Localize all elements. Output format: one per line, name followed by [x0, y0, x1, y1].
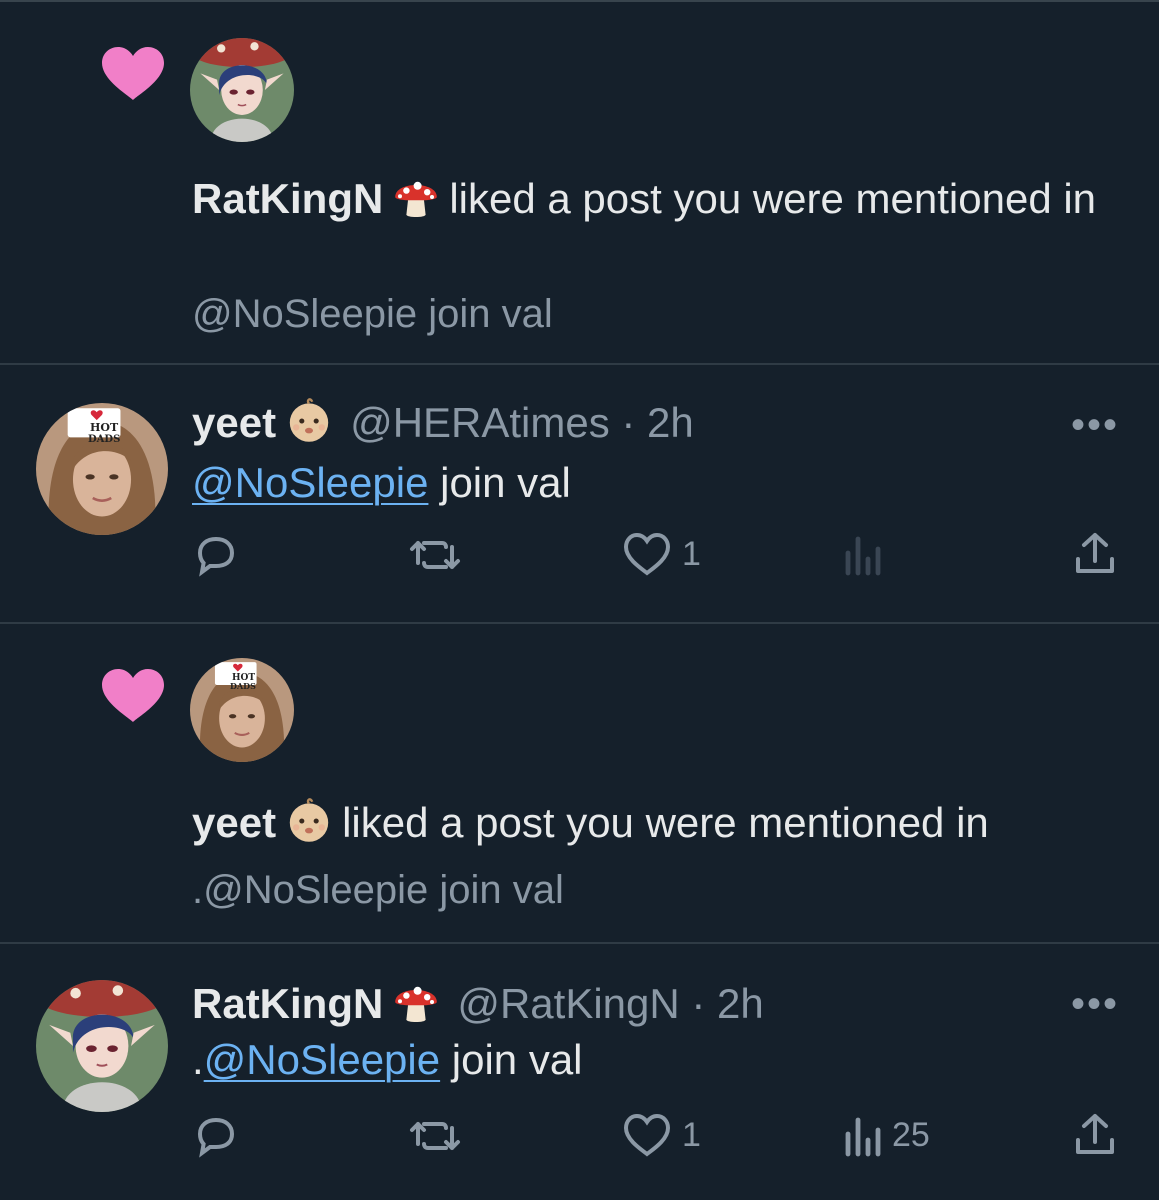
like-count: 1 [682, 534, 701, 573]
avatar-image [190, 38, 294, 142]
reply-icon [197, 536, 235, 577]
tweet-actions: 1 [0, 531, 1159, 581]
baby-icon [282, 397, 336, 445]
actor-name[interactable]: RatKingN [192, 175, 383, 222]
share-button[interactable] [1072, 531, 1118, 577]
retweet-icon [410, 1122, 460, 1150]
retweet-button[interactable] [408, 531, 462, 579]
baby-icon [282, 797, 336, 845]
retweet-button[interactable] [408, 1112, 462, 1160]
like-count: 1 [682, 1115, 701, 1154]
more-options-icon[interactable]: ••• [1071, 403, 1119, 448]
timestamp[interactable]: · 2h [621, 399, 693, 446]
share-icon [1076, 533, 1114, 573]
mention-link[interactable]: @NoSleepie [192, 459, 428, 506]
avatar-image: HOT DADS [36, 403, 168, 535]
tweet-actions: 1 25 [0, 1112, 1159, 1162]
tweet-text: .@NoSleepie join val [192, 1036, 583, 1084]
share-icon [1076, 1114, 1114, 1154]
user-handle[interactable]: @HERAtimes [350, 399, 610, 446]
mushroom-icon [389, 978, 443, 1026]
user-handle[interactable]: @RatKingN [457, 980, 679, 1027]
heart-icon [102, 669, 164, 722]
display-name[interactable]: yeet [192, 399, 276, 446]
avatar-badge-text-2: DADS [88, 434, 120, 445]
retweet-icon [410, 541, 460, 569]
more-options-icon[interactable]: ••• [1071, 982, 1119, 1027]
actor-name[interactable]: yeet [192, 799, 276, 846]
reply-icon [197, 1117, 235, 1158]
mention-link[interactable]: @NoSleepie [204, 1036, 440, 1083]
heart-icon [102, 47, 164, 100]
avatar-image: HOT DADS [190, 658, 294, 762]
heart-outline-icon [623, 532, 671, 576]
avatar-badge-text-2: DADS [230, 681, 256, 691]
tweet-text: @NoSleepie join val [192, 459, 571, 507]
display-name[interactable]: RatKingN [192, 980, 383, 1027]
views-button[interactable] [842, 531, 892, 577]
avatar-badge-text: HOT [90, 421, 119, 434]
notification-like[interactable]: RatKingN liked a post you were mentioned … [0, 0, 1159, 364]
notification-text: yeet liked a post you were mentioned in [192, 794, 1132, 852]
heart-outline-icon [623, 1113, 671, 1157]
views-button[interactable]: 25 [842, 1112, 930, 1158]
tweet-body-text: join val [440, 1036, 583, 1083]
tweet-header: RatKingN @RatKingN · 2h [192, 978, 764, 1028]
avatar[interactable] [36, 980, 168, 1112]
avatar[interactable]: HOT DADS [190, 658, 294, 762]
tweet-prefix: . [192, 1036, 204, 1083]
notification-text: RatKingN liked a post you were mentioned … [192, 170, 1132, 228]
tweet-header: yeet @HERAtimes · 2h [192, 397, 694, 447]
avatar[interactable]: HOT DADS [36, 403, 168, 535]
mushroom-icon [389, 173, 443, 221]
like-button[interactable]: 1 [622, 531, 701, 577]
post-preview: .@NoSleepie join val [192, 868, 564, 912]
views-icon [845, 1117, 881, 1157]
share-button[interactable] [1072, 1112, 1118, 1158]
action-text: liked a post you were mentioned in [449, 175, 1097, 222]
tweet-body-text: join val [428, 459, 571, 506]
timestamp[interactable]: · 2h [691, 980, 763, 1027]
avatar-image [36, 980, 168, 1112]
view-count: 25 [892, 1115, 930, 1154]
action-text: liked a post you were mentioned in [342, 799, 989, 846]
reply-button[interactable] [192, 1112, 240, 1160]
reply-button[interactable] [192, 531, 240, 579]
notification-like[interactable]: HOT DADS yeet liked a post you were menti… [0, 624, 1159, 942]
avatar[interactable] [190, 38, 294, 142]
like-button[interactable]: 1 [622, 1112, 701, 1158]
views-icon [845, 536, 881, 576]
tweet[interactable]: HOT DADS yeet @HERAtimes · 2h ••• @NoSlee… [0, 365, 1159, 623]
tweet[interactable]: RatKingN @RatKingN · 2h ••• .@NoSleepie j… [0, 944, 1159, 1200]
post-preview: @NoSleepie join val [192, 292, 553, 336]
